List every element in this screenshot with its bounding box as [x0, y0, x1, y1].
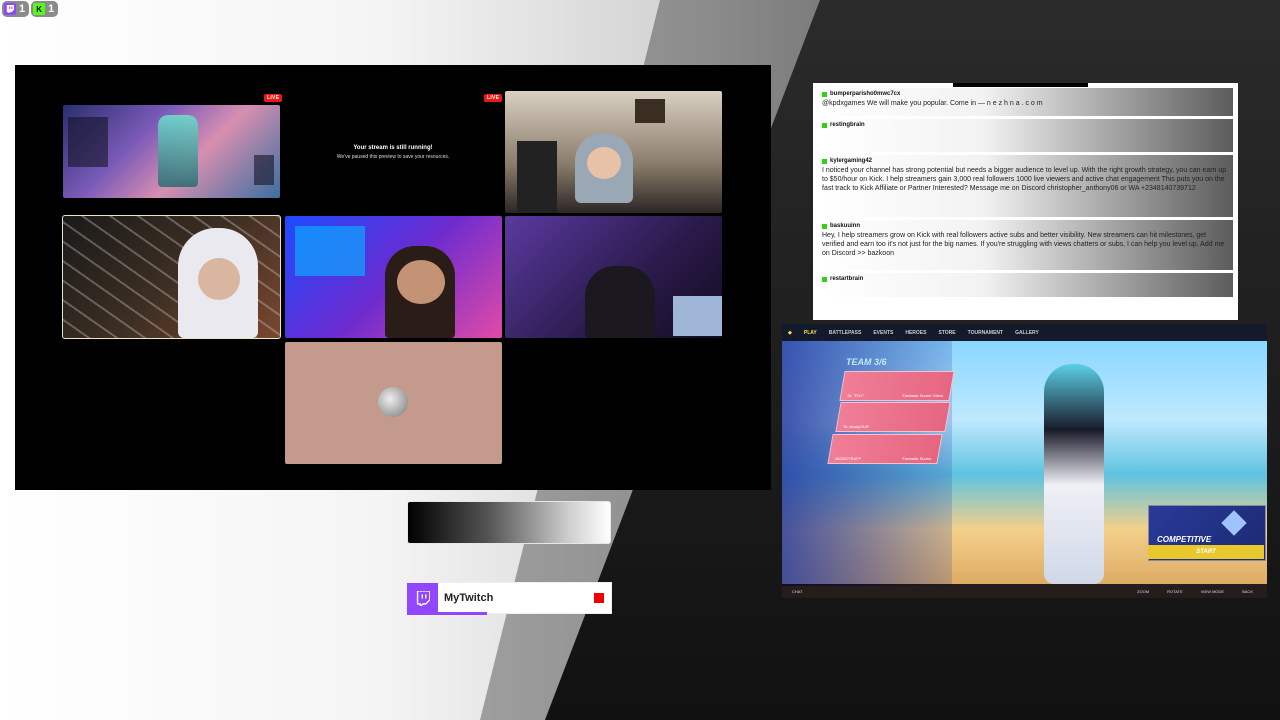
kick-icon — [822, 91, 827, 97]
kick-badge-count: 1 — [48, 3, 55, 15]
chat-username: baskuuinn — [830, 223, 861, 229]
game-logo: ◆ — [788, 329, 792, 336]
chat-text: I noticed your channel has strong potent… — [822, 167, 1227, 192]
game-bottom-hints: CHAT ZOOM ROTATE VIEW MODE BACK — [782, 584, 1267, 598]
chat-overlay: bumperparisho0mwc7cx @kpdxgames We will … — [813, 83, 1238, 320]
game-tab-events[interactable]: EVENTS — [873, 330, 893, 336]
chat-text: Hey, I help streamers grow on Kick with … — [822, 232, 1225, 257]
chat-username: restingbrain — [830, 122, 865, 128]
kick-icon — [822, 276, 827, 282]
chat-message: baskuuinn Hey, I help streamers grow on … — [818, 220, 1233, 270]
player-name: BIGBOYRAFF — [835, 456, 862, 461]
chat-username: kylergaming42 — [830, 158, 873, 164]
team-label: TEAM 3/6 — [846, 357, 887, 367]
twitch-icon — [407, 583, 438, 613]
chat-text: @kpdxgames We will make you popular. Com… — [822, 100, 1043, 107]
player-title: Fantastic Sizzler Glitch — [902, 393, 944, 398]
kick-icon — [822, 223, 827, 229]
platform-badges: 1 K 1 — [2, 1, 59, 17]
hero-character — [1044, 364, 1104, 584]
chat-message: restartbrain — [818, 273, 1233, 297]
live-badge: LIVE — [264, 94, 283, 102]
player-name: SL "FOX" — [847, 393, 865, 398]
game-tab-tournament[interactable]: TOURNAMENT — [968, 330, 1003, 336]
player-title: Fantastic Sizzler — [901, 456, 932, 461]
gradient-bar — [407, 501, 611, 544]
hint-back: BACK — [1242, 588, 1253, 594]
player-name: SL chadyOUR — [843, 424, 869, 429]
team-player-card[interactable]: SL "FOX" Fantastic Sizzler Glitch — [839, 371, 955, 401]
competitive-label: COMPETITIVE — [1157, 535, 1212, 544]
twitch-badge-count: 1 — [19, 3, 26, 15]
participant-avatar — [378, 387, 408, 417]
mytwitch-progress-bar — [407, 612, 487, 615]
game-tab-play[interactable]: PLAY — [804, 330, 817, 336]
hint-view-mode: VIEW MODE — [1200, 588, 1225, 594]
paused-title: Your stream is still running! — [353, 145, 433, 151]
live-badge: LIVE — [484, 94, 503, 102]
kick-icon — [822, 158, 827, 164]
kick-badge: K 1 — [31, 1, 59, 17]
game-tab-store[interactable]: STORE — [938, 330, 955, 336]
participant-tile-webcam[interactable] — [505, 91, 722, 213]
chat-username: bumperparisho0mwc7cx — [830, 91, 901, 97]
mytwitch-label: MyTwitch — [444, 592, 494, 604]
chat-username: restartbrain — [830, 276, 864, 282]
kick-icon: K — [33, 3, 46, 15]
team-player-card[interactable]: SL chadyOUR — [835, 402, 951, 432]
paused-subtitle: We've paused this preview to save your r… — [336, 154, 450, 160]
twitch-icon — [4, 3, 16, 15]
game-tab-battlepass[interactable]: BATTLEPASS — [829, 330, 862, 336]
participant-tile-purple-room[interactable] — [505, 216, 722, 338]
participant-tile-hoodie[interactable] — [62, 215, 281, 339]
game-tab-heroes[interactable]: HEROES — [905, 330, 926, 336]
start-button[interactable]: START — [1148, 545, 1264, 559]
chat-message: bumperparisho0mwc7cx @kpdxgames We will … — [818, 88, 1233, 116]
hint-chat: CHAT — [792, 588, 803, 594]
participant-tile-blue-room[interactable] — [285, 216, 502, 338]
twitch-badge: 1 — [2, 1, 30, 17]
recording-indicator — [594, 593, 604, 603]
chat-message-list: bumperparisho0mwc7cx @kpdxgames We will … — [818, 88, 1233, 315]
participant-tile-avatar[interactable] — [285, 342, 502, 464]
chat-message: restingbrain — [818, 119, 1233, 152]
game-tab-gallery[interactable]: GALLERY — [1015, 330, 1039, 336]
game-top-nav: ◆ PLAY BATTLEPASS EVENTS HEROES STORE TO… — [782, 324, 1267, 341]
chat-topbar — [953, 83, 1088, 87]
participant-tile-game-preview[interactable] — [63, 105, 280, 198]
call-grid-panel: LIVE Your stream is still running! We've… — [15, 65, 771, 490]
team-player-card[interactable]: BIGBOYRAFF Fantastic Sizzler — [827, 434, 943, 464]
mytwitch-widget: MyTwitch — [407, 583, 611, 615]
chat-message: kylergaming42 I noticed your channel has… — [818, 155, 1233, 217]
kick-icon — [822, 122, 827, 128]
hint-zoom: ZOOM — [1137, 588, 1150, 594]
rank-icon — [1221, 510, 1247, 536]
hint-rotate: ROTATE — [1167, 588, 1183, 594]
paused-preview-message: Your stream is still running! We've paus… — [305, 145, 481, 160]
